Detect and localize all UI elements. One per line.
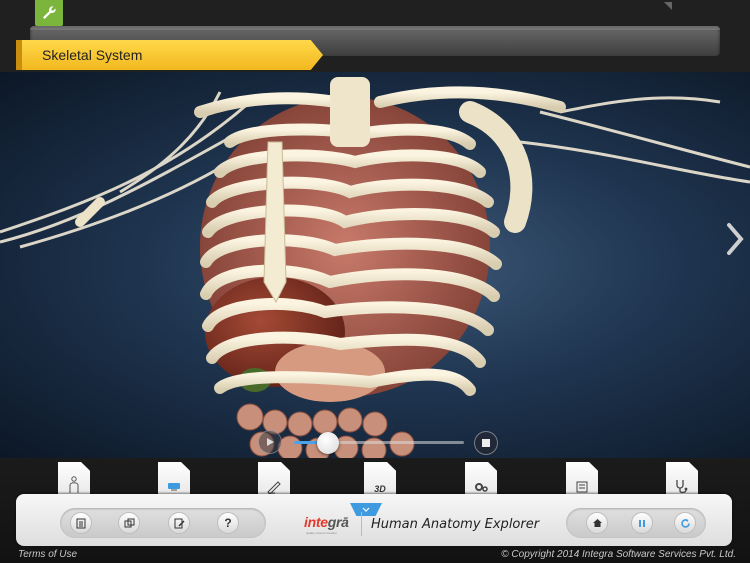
chevron-right-icon[interactable] — [724, 222, 746, 256]
terms-link[interactable]: Terms of Use — [18, 549, 77, 560]
help-icon: ? — [224, 516, 232, 530]
settings-button[interactable] — [35, 0, 63, 26]
chevron-down-icon — [362, 507, 370, 512]
pause-button[interactable] — [631, 512, 653, 534]
refresh-icon — [680, 518, 690, 528]
report-icon — [576, 481, 588, 493]
stethoscope-icon — [676, 480, 688, 494]
edit-button[interactable] — [168, 512, 190, 534]
play-button[interactable] — [258, 430, 282, 454]
stop-icon — [482, 439, 490, 447]
title-rail-shine — [30, 26, 720, 30]
app-name: Human Anatomy Explorer — [371, 517, 540, 532]
title-banner-edge — [16, 40, 22, 70]
help-button[interactable]: ? — [217, 512, 239, 534]
anatomy-viewer[interactable] — [0, 72, 750, 458]
body-outline-icon — [69, 476, 79, 493]
corner-indicator-icon — [664, 2, 672, 10]
list-button[interactable] — [70, 512, 92, 534]
stop-button[interactable] — [474, 431, 498, 455]
logo-accent: grā — [327, 514, 349, 530]
quiz-icon — [168, 483, 180, 491]
refresh-button[interactable] — [674, 512, 696, 534]
copy-button[interactable] — [118, 512, 140, 534]
pause-icon — [639, 519, 645, 527]
playback-slider-thumb[interactable] — [317, 432, 339, 454]
page-title: Skeletal System — [42, 47, 143, 63]
logo-tagline: quality content creation — [306, 531, 337, 535]
anatomy-model — [0, 77, 750, 458]
brand-divider — [361, 512, 362, 536]
copyright-text: © Copyright 2014 Integra Software Servic… — [501, 549, 736, 560]
home-icon — [592, 519, 602, 527]
copy-icon — [124, 518, 134, 527]
play-icon — [267, 438, 274, 446]
pen-icon — [267, 481, 281, 494]
integra-logo: integrā — [304, 514, 349, 530]
3d-icon: 3D — [374, 484, 386, 494]
gears-icon — [475, 483, 488, 492]
edit-icon — [174, 518, 185, 528]
list-icon — [76, 518, 86, 528]
wrench-icon — [43, 6, 56, 19]
logo-main: inte — [304, 514, 328, 530]
home-button[interactable] — [586, 512, 608, 534]
